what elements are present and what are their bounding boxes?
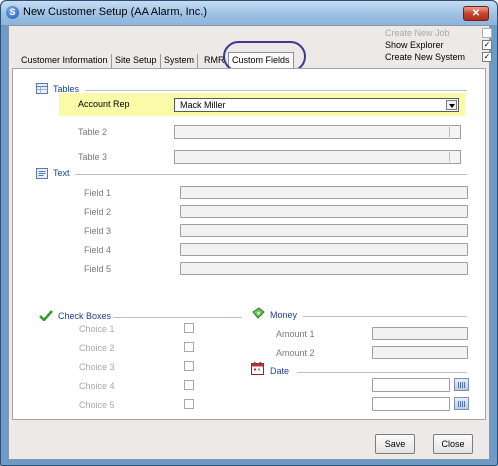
date-1-input[interactable] bbox=[372, 378, 450, 392]
amount-1-input[interactable] bbox=[372, 327, 468, 340]
table-2-dropdown[interactable] bbox=[174, 125, 461, 139]
close-button[interactable]: Close bbox=[433, 434, 473, 454]
money-divider bbox=[303, 316, 467, 317]
choice-1-checkbox[interactable] bbox=[184, 323, 194, 333]
money-icon bbox=[252, 307, 265, 319]
save-button[interactable]: Save bbox=[375, 434, 415, 454]
table-3-dropdown[interactable] bbox=[174, 150, 461, 164]
choice-4-checkbox[interactable] bbox=[184, 380, 194, 390]
date-2-input[interactable] bbox=[372, 397, 450, 411]
account-rep-dropdown[interactable]: Mack Miller bbox=[174, 98, 459, 112]
field-2-label: Field 2 bbox=[84, 207, 112, 217]
date-2-calendar-button[interactable] bbox=[454, 397, 469, 410]
field-1-input[interactable] bbox=[180, 186, 468, 199]
choice-5-checkbox[interactable] bbox=[184, 399, 194, 409]
amount-2-input[interactable] bbox=[372, 346, 468, 359]
check-boxes-divider bbox=[113, 317, 242, 318]
field-3-label: Field 3 bbox=[84, 226, 112, 236]
close-window-button[interactable]: ✕ bbox=[463, 6, 489, 21]
create-new-job-checkbox bbox=[482, 28, 492, 38]
chevron-down-icon[interactable] bbox=[449, 127, 459, 137]
checkmark-icon bbox=[39, 310, 53, 321]
amount-1-label: Amount 1 bbox=[276, 329, 315, 339]
choice-3-checkbox[interactable] bbox=[184, 361, 194, 371]
chevron-down-icon[interactable] bbox=[446, 100, 457, 110]
field-5-label: Field 5 bbox=[84, 264, 112, 274]
window-title: New Customer Setup (AA Alarm, Inc.) bbox=[23, 6, 208, 18]
field-5-input[interactable] bbox=[180, 262, 468, 275]
dialog-body: Create New Job Show Explorer ✓ Create Ne… bbox=[8, 25, 492, 460]
tab-site-setup[interactable]: Site Setup bbox=[112, 54, 161, 69]
create-new-job-option: Create New Job bbox=[385, 28, 492, 38]
chevron-down-icon[interactable] bbox=[449, 152, 459, 162]
window-frame: S New Customer Setup (AA Alarm, Inc.) ✕ … bbox=[0, 0, 498, 466]
create-new-job-label: Create New Job bbox=[385, 28, 450, 38]
table-icon bbox=[36, 83, 48, 94]
tab-customer-information[interactable]: Customer Information bbox=[18, 54, 112, 69]
choice-1-label: Choice 1 bbox=[79, 324, 115, 334]
create-new-system-label: Create New System bbox=[385, 52, 466, 62]
choice-2-label: Choice 2 bbox=[79, 343, 115, 353]
field-1-label: Field 1 bbox=[84, 188, 112, 198]
tables-divider bbox=[85, 90, 467, 91]
date-1-calendar-button[interactable] bbox=[454, 378, 469, 391]
show-explorer-option[interactable]: Show Explorer ✓ bbox=[385, 40, 492, 50]
account-rep-value: Mack Miller bbox=[180, 100, 226, 110]
tab-system[interactable]: System bbox=[161, 54, 199, 69]
custom-fields-panel: Tables Account Rep Mack Miller Table 2 T… bbox=[12, 68, 486, 420]
choice-4-label: Choice 4 bbox=[79, 381, 115, 391]
field-4-input[interactable] bbox=[180, 243, 468, 256]
date-divider bbox=[297, 372, 467, 373]
date-section-title: Date bbox=[270, 366, 290, 376]
create-new-system-option[interactable]: Create New System ✓ bbox=[385, 52, 492, 62]
field-4-label: Field 4 bbox=[84, 245, 112, 255]
amount-2-label: Amount 2 bbox=[276, 348, 315, 358]
text-icon bbox=[36, 168, 48, 179]
app-icon: S bbox=[6, 6, 19, 19]
money-section-title: Money bbox=[270, 310, 298, 320]
table-3-label: Table 3 bbox=[78, 152, 108, 162]
account-rep-label: Account Rep bbox=[78, 99, 130, 109]
choice-5-label: Choice 5 bbox=[79, 400, 115, 410]
show-explorer-label: Show Explorer bbox=[385, 40, 444, 50]
calendar-icon bbox=[251, 362, 264, 375]
show-explorer-checkbox[interactable]: ✓ bbox=[482, 40, 492, 50]
choice-2-checkbox[interactable] bbox=[184, 342, 194, 352]
choice-3-label: Choice 3 bbox=[79, 362, 115, 372]
check-boxes-section-title: Check Boxes bbox=[58, 311, 112, 321]
text-section-title: Text bbox=[53, 168, 70, 178]
field-3-input[interactable] bbox=[180, 224, 468, 237]
field-2-input[interactable] bbox=[180, 205, 468, 218]
create-new-system-checkbox[interactable]: ✓ bbox=[482, 52, 492, 62]
title-bar[interactable]: S New Customer Setup (AA Alarm, Inc.) ✕ bbox=[1, 1, 497, 25]
table-2-label: Table 2 bbox=[78, 127, 108, 137]
text-divider bbox=[75, 174, 467, 175]
